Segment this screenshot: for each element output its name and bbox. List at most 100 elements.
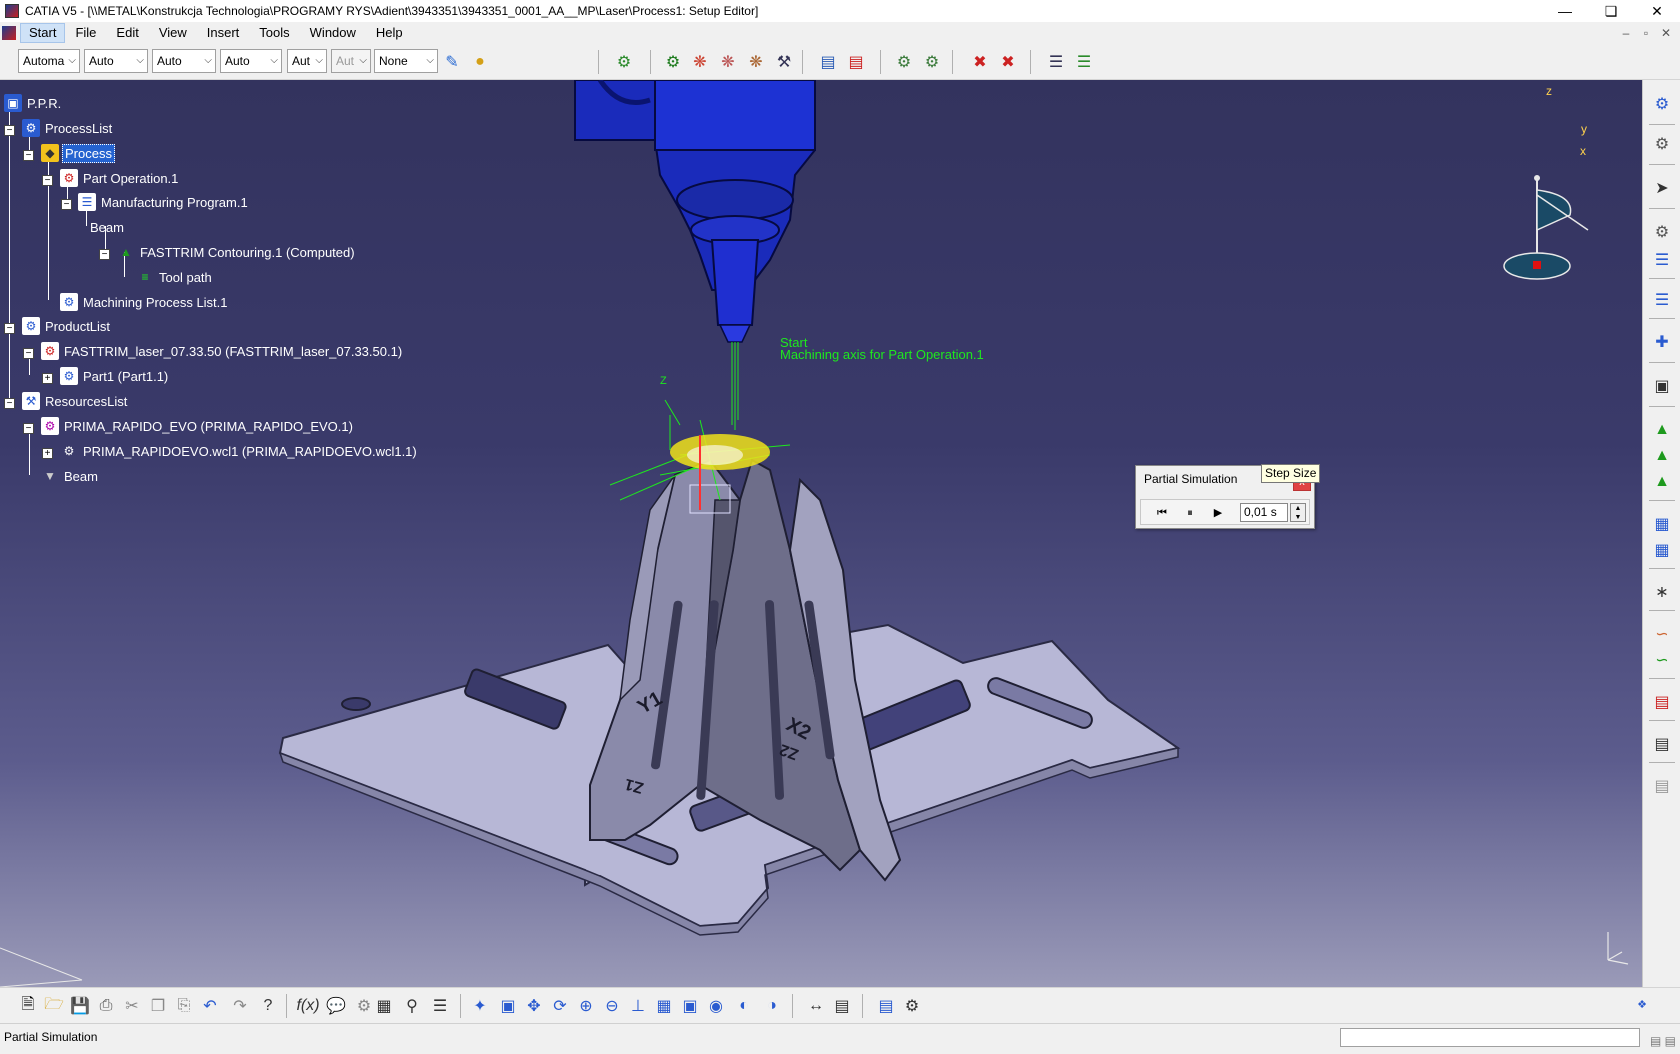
normal-view-icon[interactable]: ⊥ (626, 994, 650, 1018)
print-icon[interactable]: ⎙ (94, 994, 118, 1018)
visualization-combo[interactable]: Automa (18, 49, 80, 73)
doc-restore-button[interactable]: ▫ (1636, 22, 1656, 44)
new-icon[interactable]: 🗎 (16, 994, 40, 1018)
nc-code-icon[interactable]: ▤ (1650, 732, 1674, 756)
tree-node-beam[interactable]: Beam (88, 216, 126, 238)
iso-view-icon[interactable]: ▣ (678, 994, 702, 1018)
close-button[interactable]: ✕ (1634, 0, 1680, 22)
collapse-toggle[interactable]: − (61, 199, 72, 210)
nc-output-icon[interactable]: ▤ (816, 50, 840, 74)
mode-combo-4[interactable]: Aut (287, 49, 327, 73)
command-input[interactable] (1340, 1028, 1640, 1047)
menu-help[interactable]: Help (366, 22, 413, 44)
point-icon[interactable]: ∗ (1650, 580, 1674, 604)
measure-icon[interactable]: ↔ (804, 994, 828, 1018)
menu-start[interactable]: Start (20, 23, 66, 43)
copy-icon[interactable]: ❐ (146, 994, 170, 1018)
delete-toolpath-icon[interactable]: ✖ (968, 50, 992, 74)
measure-item-icon[interactable]: ▤ (830, 994, 854, 1018)
rotate-icon[interactable]: ⟳ (548, 994, 572, 1018)
tree-node-manufacturing-program[interactable]: ☰ Manufacturing Program.1 (78, 191, 250, 213)
machine-editor-icon[interactable]: ⚙ (1650, 132, 1674, 156)
paste-icon[interactable]: ⎘ (172, 994, 196, 1018)
step-size-spinner[interactable]: ▲ ▼ (1290, 503, 1306, 522)
lock-icon[interactable]: ⚲ (400, 994, 424, 1018)
collapse-toggle[interactable]: − (42, 175, 53, 186)
fly-mode-icon[interactable]: ✦ (468, 994, 492, 1018)
zoom-in-icon[interactable]: ⊕ (574, 994, 598, 1018)
save-process-icon[interactable]: ▣ (1650, 374, 1674, 398)
compass[interactable]: z y x (1496, 84, 1587, 204)
part-operation-icon[interactable]: ⚙ (1650, 220, 1674, 244)
collapse-toggle[interactable]: − (4, 398, 15, 409)
save-icon[interactable]: 💾 (68, 994, 92, 1018)
play-button[interactable]: ▶ (1207, 503, 1229, 523)
tree-node-prima-rapidoevo-wcl1[interactable]: ⚙ PRIMA_RAPIDOEVO.wcl1 (PRIMA_RAPIDOEVO.w… (60, 440, 419, 462)
select-icon[interactable]: ➤ (1650, 176, 1674, 200)
tree-node-part-operation[interactable]: ⚙ Part Operation.1 (60, 167, 180, 189)
tree-node-productlist[interactable]: ⚙ ProductList (22, 315, 112, 337)
collapse-toggle[interactable]: − (23, 423, 34, 434)
operation-icon-1[interactable]: ▲ (1650, 418, 1674, 442)
color-icon[interactable]: ● (468, 50, 492, 74)
limit-icon[interactable]: ▤ (1650, 690, 1674, 714)
video-result-icon[interactable]: ❋ (744, 50, 768, 74)
tree-node-resourceslist[interactable]: ⚒ ResourcesList (22, 390, 129, 412)
pause-button[interactable]: ⏸ (1179, 503, 1201, 523)
zoom-out-icon[interactable]: ⊖ (600, 994, 624, 1018)
mode-combo-1[interactable]: Auto (84, 49, 148, 73)
swap-visible-icon[interactable]: ◑ (760, 994, 784, 1018)
help-icon[interactable]: ? (256, 994, 280, 1018)
mode-combo-5[interactable]: Aut (331, 49, 371, 73)
restore-button[interactable]: ❏ (1588, 0, 1634, 22)
rewind-button[interactable]: ⏮ (1151, 503, 1173, 523)
open-icon[interactable]: 🗁 (42, 994, 66, 1018)
fit-all-icon[interactable]: ▣ (496, 994, 520, 1018)
menu-insert[interactable]: Insert (197, 22, 250, 44)
menu-edit[interactable]: Edit (106, 22, 148, 44)
workbench-icon[interactable]: ⚙ (1650, 92, 1674, 116)
tree-node-fasttrim-contouring[interactable]: ▲ FASTTRIM Contouring.1 (Computed) (117, 241, 357, 263)
delete-all-icon[interactable]: ✖ (996, 50, 1020, 74)
pan-icon[interactable]: ✥ (522, 994, 546, 1018)
chart-icon[interactable]: ▦ (1650, 538, 1674, 562)
doc-close-button[interactable]: ✕ (1656, 22, 1676, 44)
process-table-icon[interactable]: ☰ (1044, 50, 1068, 74)
minimize-button[interactable]: — (1542, 0, 1588, 22)
tree-node-beam-tool[interactable]: ▼ Beam (41, 465, 100, 487)
operation-icon-3[interactable]: ▲ (1650, 470, 1674, 494)
analysis-icon[interactable]: ▦ (1650, 512, 1674, 536)
collapse-toggle[interactable]: − (4, 125, 15, 136)
redo-icon[interactable]: ↷ (228, 994, 252, 1018)
fixture-icon[interactable]: ▤ (1650, 774, 1674, 798)
document-icon[interactable] (2, 26, 16, 40)
table-icon[interactable]: ▦ (372, 994, 396, 1018)
tree-node-tool-path[interactable]: ≡ Tool path (136, 266, 214, 288)
tree-node-process[interactable]: ◆ Process (41, 142, 115, 164)
hide-show-icon[interactable]: ◐ (732, 994, 756, 1018)
remove-output-icon[interactable]: ▤ (844, 50, 868, 74)
video-icon[interactable]: ❋ (716, 50, 740, 74)
tool-path-replay-icon[interactable]: ❋ (688, 50, 712, 74)
manufacturing-program-icon[interactable]: ☰ (1650, 248, 1674, 272)
contour-icon[interactable]: ∽ (1650, 648, 1674, 672)
operation-icon-2[interactable]: ▲ (1650, 444, 1674, 468)
menu-file[interactable]: File (65, 22, 106, 44)
comment-icon[interactable]: 💬 (324, 994, 348, 1018)
axis-system-icon[interactable]: ✚ (1650, 330, 1674, 354)
machine-settings-icon[interactable]: ⚙ (900, 994, 924, 1018)
collapse-toggle[interactable]: − (99, 249, 110, 260)
layer-combo[interactable]: None (374, 49, 438, 73)
formula-icon[interactable]: f(x) (296, 994, 320, 1018)
paint-brush-icon[interactable]: ✎ (440, 50, 464, 74)
mode-combo-2[interactable]: Auto (152, 49, 216, 73)
shading-icon[interactable]: ◉ (704, 994, 728, 1018)
compute-icon[interactable]: ⚙ (892, 50, 916, 74)
catalog-browser-icon[interactable]: ▤ (874, 994, 898, 1018)
cut-icon[interactable]: ✂ (120, 994, 144, 1018)
tree-node-ppr[interactable]: ▣ P.P.R. (4, 92, 63, 114)
step-size-input[interactable]: 0,01 s (1240, 503, 1288, 522)
tree-node-part1[interactable]: ⚙ Part1 (Part1.1) (60, 365, 170, 387)
multi-view-icon[interactable]: ▦ (652, 994, 676, 1018)
menu-window[interactable]: Window (300, 22, 366, 44)
